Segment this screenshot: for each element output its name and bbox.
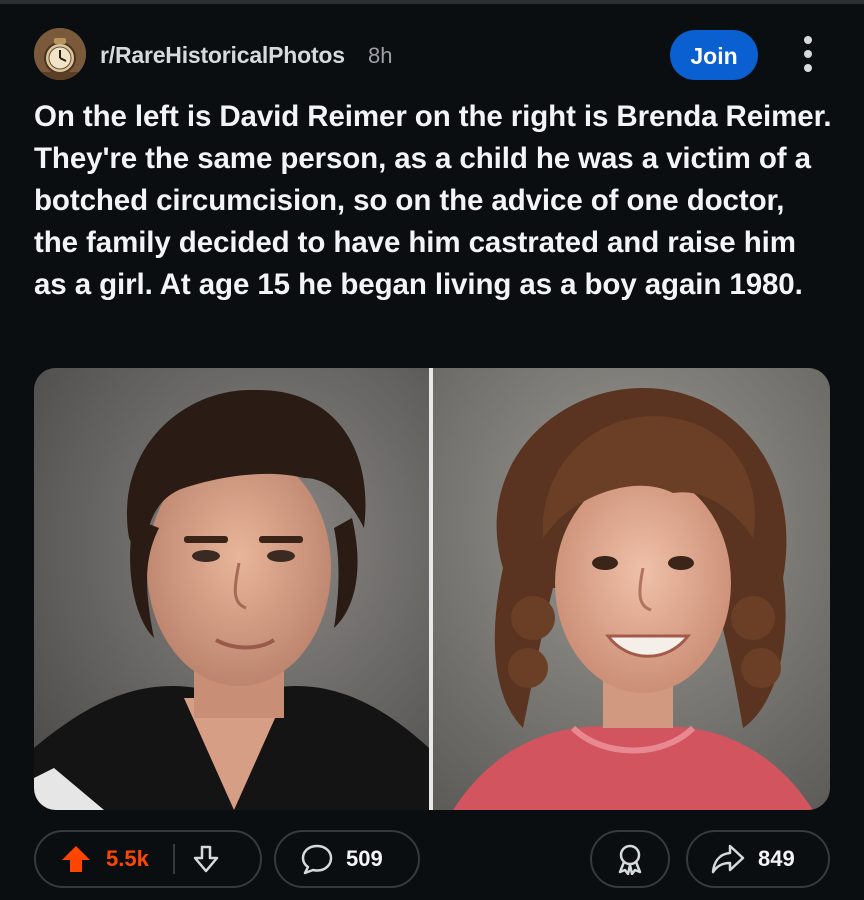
share-button[interactable]: 849 [686,830,830,888]
comment-icon [301,844,333,875]
post-title[interactable]: On the left is David Reimer on the right… [34,96,834,306]
share-count: 849 [758,846,795,871]
left-portrait-image [34,368,429,810]
right-portrait-image [433,368,830,810]
subreddit-avatar-icon[interactable] [34,28,86,80]
comments-button[interactable]: 509 [274,830,420,888]
post-image[interactable] [34,368,830,810]
post-actions-bar: 5.5k 509 849 [34,830,834,890]
comment-count: 509 [346,846,383,871]
vote-divider [172,844,175,874]
subreddit-name[interactable]: r/RareHistoricalPhotos [100,42,345,69]
downvote-icon[interactable] [191,844,221,874]
score-count: 5.5k [106,846,149,871]
award-button[interactable] [590,830,670,888]
upvote-icon[interactable] [60,844,92,874]
share-icon [711,844,745,874]
join-button[interactable]: Join [670,30,758,80]
post-time: 8h [368,43,393,68]
vote-control: 5.5k [34,830,262,888]
post-header: r/RareHistoricalPhotos 8h Join [34,28,834,82]
top-divider [0,0,864,4]
more-options-icon[interactable] [796,34,820,74]
award-icon [618,844,642,875]
